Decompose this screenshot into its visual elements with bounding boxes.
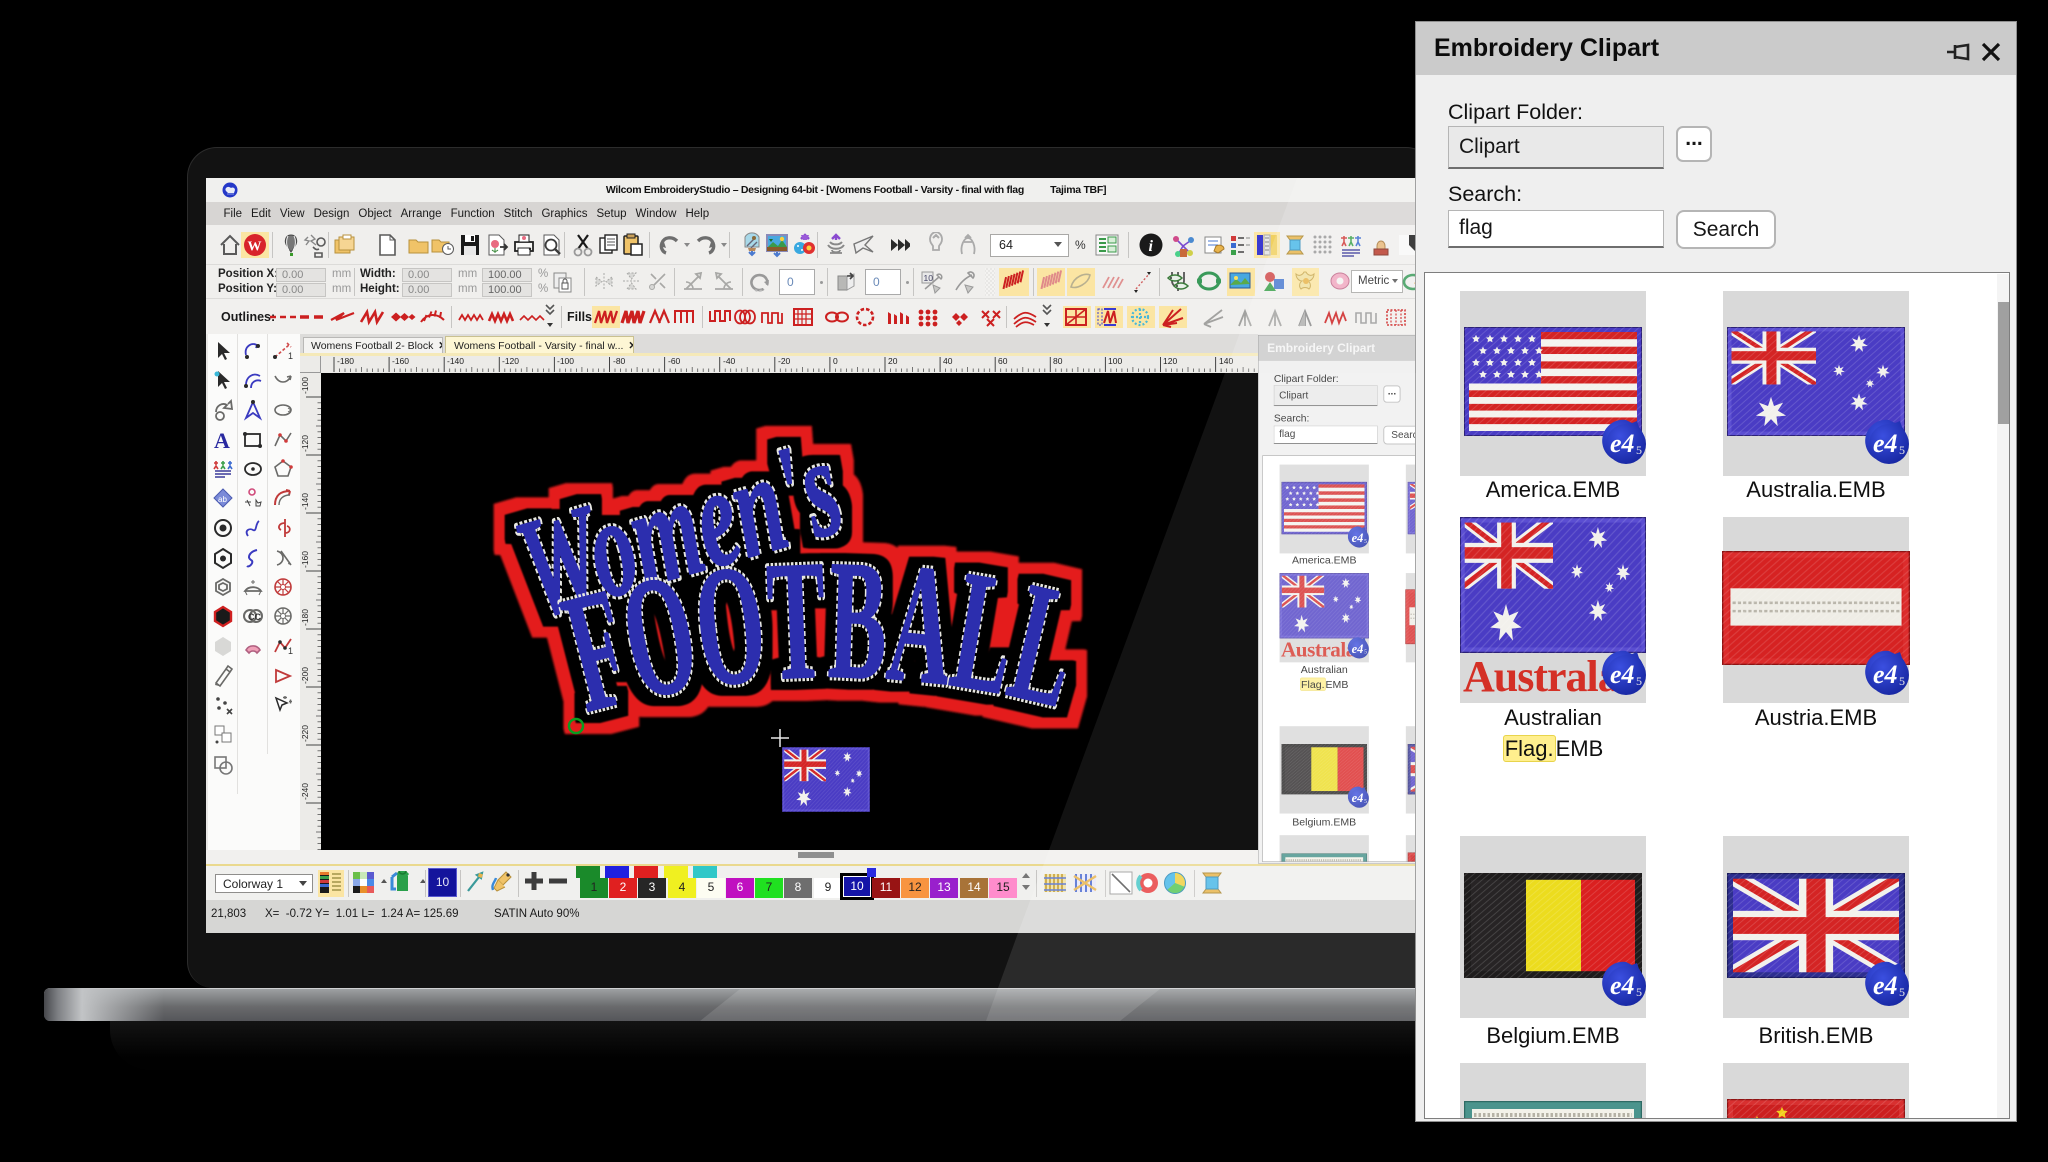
svg-text:0: 0 [833, 356, 838, 366]
svg-text:100: 100 [1108, 356, 1122, 366]
svg-text:-180: -180 [337, 356, 354, 366]
svg-text:-60: -60 [668, 356, 681, 366]
svg-text:A: A [214, 428, 230, 452]
svg-text:60: 60 [998, 356, 1008, 366]
svg-text:-120: -120 [300, 435, 310, 452]
svg-text:-40: -40 [723, 356, 736, 366]
svg-text:-240: -240 [300, 783, 310, 800]
svg-text:10: 10 [924, 273, 934, 283]
svg-text:20: 20 [888, 356, 898, 366]
svg-text:-160: -160 [392, 356, 409, 366]
svg-text:1: 1 [288, 646, 293, 656]
svg-text:W: W [248, 240, 262, 255]
svg-text:-140: -140 [300, 493, 310, 510]
svg-text:i: i [1149, 238, 1154, 255]
svg-text:140: 140 [1219, 356, 1233, 366]
svg-text:-20: -20 [778, 356, 791, 366]
svg-text:1: 1 [288, 351, 293, 361]
svg-text:120: 120 [1163, 356, 1177, 366]
svg-text:80: 80 [1053, 356, 1063, 366]
svg-text:-100: -100 [300, 377, 310, 394]
svg-text:-220: -220 [300, 725, 310, 742]
svg-text:-120: -120 [502, 356, 519, 366]
svg-text:CC: CC [248, 612, 261, 622]
svg-text:-160: -160 [300, 551, 310, 568]
svg-text:-80: -80 [613, 356, 626, 366]
svg-text:-180: -180 [300, 609, 310, 626]
svg-text:-200: -200 [300, 667, 310, 684]
svg-text:ab: ab [218, 495, 227, 504]
svg-text:-100: -100 [557, 356, 574, 366]
svg-text:-140: -140 [447, 356, 464, 366]
svg-text:40: 40 [943, 356, 953, 366]
